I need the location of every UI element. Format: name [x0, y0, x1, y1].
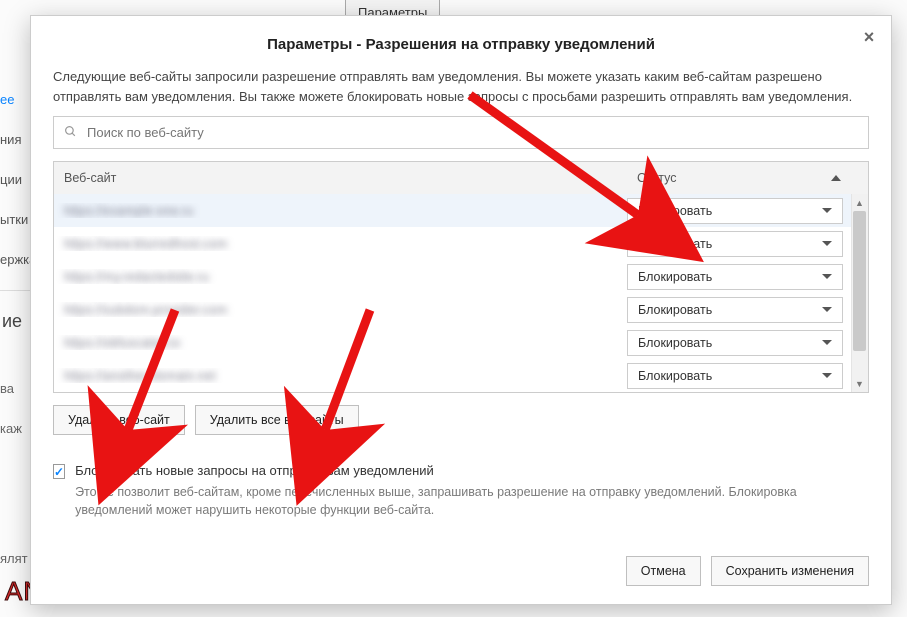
table-row[interactable]: https://another-domain.net Блокировать — [54, 359, 868, 392]
status-dropdown[interactable]: Блокировать — [627, 264, 843, 290]
remove-all-sites-button[interactable]: Удалить все веб-сайты — [195, 405, 359, 435]
bg-link: ее — [0, 92, 14, 107]
chevron-down-icon — [822, 241, 832, 246]
bg-left-strip: ее ния ции ытки ержка ие ва каж ялят — [0, 80, 30, 579]
scrollbar-track[interactable]: ▲ ▼ — [851, 194, 868, 392]
status-value: Блокировать — [638, 237, 712, 251]
scrollbar-thumb[interactable] — [853, 211, 866, 351]
col-header-status[interactable]: Статус — [627, 162, 851, 194]
status-value: Блокировать — [638, 204, 712, 218]
block-new-checkbox[interactable] — [53, 464, 65, 479]
remove-site-button[interactable]: Удалить веб-сайт — [53, 405, 185, 435]
status-dropdown[interactable]: Блокировать — [627, 330, 843, 356]
status-value: Блокировать — [638, 270, 712, 284]
site-cell: https://another-domain.net — [54, 368, 627, 383]
site-cell: https://my.redactedsite.ru — [54, 269, 627, 284]
site-cell: https://www.blurredhost.com — [54, 236, 627, 251]
site-cell: https://example-one.ru — [54, 203, 627, 218]
status-dropdown[interactable]: Блокировать — [627, 297, 843, 323]
save-button[interactable]: Сохранить изменения — [711, 556, 869, 586]
chevron-down-icon — [822, 274, 832, 279]
table-row[interactable]: https://subdom.provider.com Блокировать — [54, 293, 868, 326]
chevron-down-icon — [822, 208, 832, 213]
cancel-button[interactable]: Отмена — [626, 556, 701, 586]
table-row[interactable]: https://my.redactedsite.ru Блокировать — [54, 260, 868, 293]
table-row[interactable]: https://obfuscated.io Блокировать — [54, 326, 868, 359]
dialog-title: Параметры - Разрешения на отправку уведо… — [31, 16, 891, 67]
sort-caret-up-icon — [831, 175, 841, 181]
status-value: Блокировать — [638, 369, 712, 383]
search-input-wrapper[interactable] — [53, 116, 869, 149]
close-button[interactable]: × — [859, 28, 879, 48]
table-row[interactable]: https://example-one.ru Блокировать — [54, 194, 868, 227]
status-dropdown[interactable]: Блокировать — [627, 363, 843, 389]
site-cell: https://obfuscated.io — [54, 335, 627, 350]
table-row[interactable]: https://www.blurredhost.com Блокировать — [54, 227, 868, 260]
col-header-site[interactable]: Веб-сайт — [54, 162, 627, 194]
status-dropdown[interactable]: Блокировать — [627, 198, 843, 224]
dialog-description: Следующие веб-сайты запросили разрешение… — [53, 67, 869, 106]
dialog-title-text: Параметры - Разрешения на отправку уведо… — [267, 36, 655, 53]
search-input[interactable] — [85, 124, 858, 141]
sites-table: Веб-сайт Статус https://example-one.ru Бл… — [53, 161, 869, 393]
chevron-down-icon — [822, 307, 832, 312]
status-dropdown[interactable]: Блокировать — [627, 231, 843, 257]
scroll-up-icon[interactable]: ▲ — [851, 194, 868, 211]
status-value: Блокировать — [638, 336, 712, 350]
site-cell: https://subdom.provider.com — [54, 302, 627, 317]
scroll-down-icon[interactable]: ▼ — [851, 375, 868, 392]
notification-permissions-dialog: Параметры - Разрешения на отправку уведо… — [30, 15, 892, 605]
search-icon — [64, 125, 77, 141]
chevron-down-icon — [822, 373, 832, 378]
status-value: Блокировать — [638, 303, 712, 317]
block-new-hint: Это не позволит веб-сайтам, кроме перечи… — [75, 483, 869, 519]
chevron-down-icon — [822, 340, 832, 345]
table-header: Веб-сайт Статус — [54, 162, 868, 194]
block-new-label: Блокировать новые запросы на отправку ва… — [75, 463, 869, 478]
